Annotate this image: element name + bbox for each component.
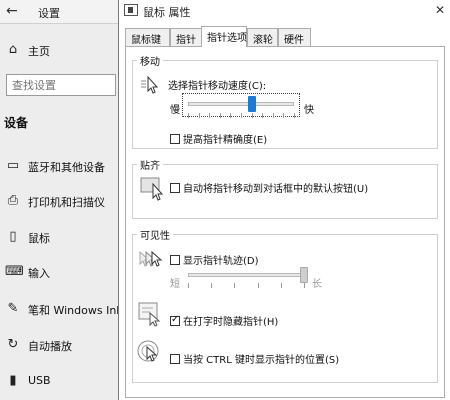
nav-item-autoplay[interactable]: ↻ 自动播放 [0, 333, 120, 359]
hide-while-typing-label: 在打字时隐藏指针(H) [183, 317, 279, 328]
nav-item-usb[interactable]: ▮ USB [0, 369, 120, 395]
snap-to-legend: 贴齐 [140, 161, 160, 172]
nav-item-printers[interactable]: ⎙ 打印机和扫描仪 [0, 189, 120, 215]
snap-to-checkbox-row[interactable]: 自动将指针移动到对话框中的默认按钮(U) [170, 180, 368, 195]
bluetooth-devices-icon: ▭ [6, 158, 20, 173]
tab-pointers[interactable]: 指针 [170, 28, 203, 46]
snap-to-icon [140, 175, 166, 204]
trails-checkbox[interactable] [170, 255, 180, 265]
back-arrow-icon[interactable]: ← [6, 3, 18, 19]
nav-item-usb-label: USB [28, 374, 51, 387]
tab-pointer-options[interactable]: 指针选项 [201, 26, 247, 47]
tab-wheel[interactable]: 滚轮 [247, 28, 278, 46]
settings-search-box[interactable] [6, 74, 116, 96]
hide-pointer-icon [138, 301, 164, 330]
trails-checkbox-row[interactable]: 显示指针轨迹(D) [170, 252, 259, 267]
usb-icon: ▮ [9, 373, 17, 388]
mouse-icon: ▯ [9, 229, 17, 244]
mouse-properties-icon [124, 4, 138, 16]
home-icon: ⌂ [8, 42, 18, 57]
tab-hardware[interactable]: 硬件 [278, 28, 311, 46]
close-icon[interactable]: ✕ [435, 3, 445, 17]
trails-slider-ticks [188, 283, 305, 289]
nav-item-autoplay-label: 自动播放 [28, 340, 72, 353]
nav-item-bluetooth[interactable]: ▭ 蓝牙和其他设备 [0, 154, 120, 180]
nav-item-home[interactable]: ⌂ 主页 [0, 38, 120, 64]
printer-icon: ⎙ [7, 193, 19, 208]
ctrl-locate-checkbox[interactable] [170, 354, 180, 364]
nav-item-typing[interactable]: ⌨ 输入 [0, 260, 120, 286]
speed-slider-track[interactable] [188, 102, 294, 106]
speed-slider-thumb[interactable] [247, 96, 256, 112]
precision-checkbox[interactable] [170, 134, 180, 144]
speed-slider-ticks [188, 113, 295, 119]
pointer-trails-icon [138, 249, 164, 274]
settings-title: 设置 [38, 7, 60, 20]
section-heading-devices: 设备 [4, 116, 29, 130]
snap-to-checkbox[interactable] [170, 183, 180, 193]
settings-titlebar: ← 设置 [0, 0, 120, 24]
ctrl-locate-pointer-icon [136, 339, 162, 368]
short-label: 短 [170, 279, 180, 290]
autoplay-icon: ↻ [7, 337, 19, 352]
nav-item-pen[interactable]: ✎ 笔和 Windows Ink [0, 297, 123, 323]
dialog-title: 鼠标 属性 [143, 6, 191, 19]
ctrl-locate-checkbox-row[interactable]: 当按 CTRL 键时显示指针的位置(S) [170, 351, 339, 366]
pen-icon: ✎ [7, 301, 19, 316]
nav-item-bluetooth-label: 蓝牙和其他设备 [28, 161, 105, 174]
visibility-legend: 可见性 [140, 231, 170, 242]
snap-to-label: 自动将指针移动到对话框中的默认按钮(U) [183, 184, 369, 195]
settings-window: ← 设置 ⌂ 主页 设备 ▭ 蓝牙和其他设备 ⎙ 打印机和扫描仪 ▯ 鼠标 ⌨ … [0, 0, 123, 400]
precision-checkbox-row[interactable]: 提高指针精确度(E) [170, 131, 267, 146]
nav-item-mouse-label: 鼠标 [28, 232, 50, 245]
trails-label: 显示指针轨迹(D) [183, 256, 259, 267]
precision-label: 提高指针精确度(E) [183, 135, 268, 146]
mouse-properties-dialog: 鼠标 属性 ✕ 鼠标键 指针 指针选项 滚轮 硬件 移动 选择指针移动速度(C)… [118, 0, 450, 400]
trails-slider-thumb[interactable] [300, 267, 308, 283]
keyboard-icon: ⌨ [5, 264, 24, 279]
ctrl-locate-label: 当按 CTRL 键时显示指针的位置(S) [183, 355, 340, 366]
speed-label: 选择指针移动速度(C): [168, 81, 267, 92]
fast-label: 快 [304, 105, 314, 116]
long-label: 长 [312, 279, 322, 290]
dialog-titlebar: 鼠标 属性 ✕ [119, 0, 450, 22]
pointer-options-panel: 移动 选择指针移动速度(C): 慢 快 提高指针精确度(E) 贴齐 自动将指针移… [125, 46, 445, 398]
nav-item-typing-label: 输入 [28, 267, 50, 280]
hide-while-typing-checkbox[interactable] [170, 314, 180, 326]
pointer-speed-icon [140, 75, 162, 98]
nav-item-home-label: 主页 [28, 45, 50, 58]
hide-while-typing-checkbox-row[interactable]: 在打字时隐藏指针(H) [170, 313, 278, 328]
nav-item-pen-label: 笔和 Windows Ink [28, 304, 123, 317]
motion-legend: 移动 [140, 57, 160, 68]
search-input[interactable] [7, 75, 115, 95]
nav-item-mouse[interactable]: ▯ 鼠标 [0, 225, 120, 251]
nav-item-printers-label: 打印机和扫描仪 [28, 196, 105, 209]
trails-slider-track[interactable] [188, 273, 304, 277]
slow-label: 慢 [170, 105, 180, 116]
tab-buttons[interactable]: 鼠标键 [125, 28, 170, 46]
